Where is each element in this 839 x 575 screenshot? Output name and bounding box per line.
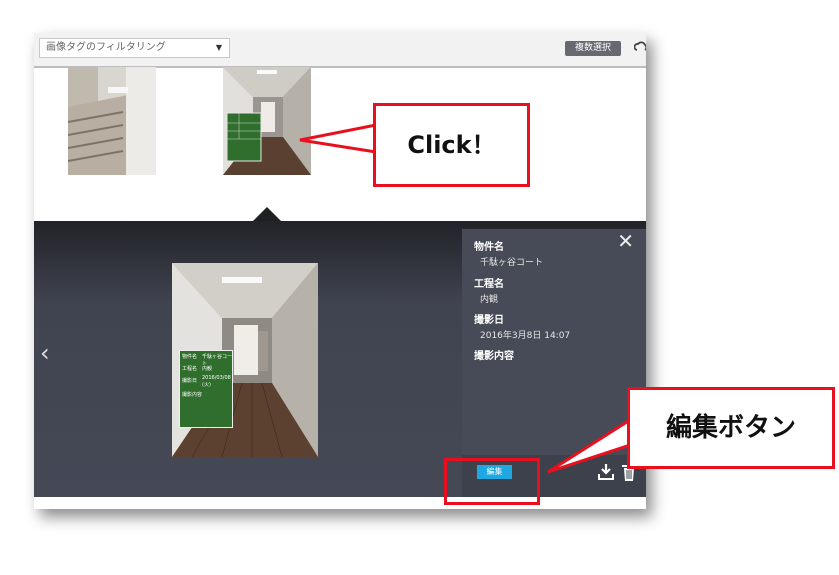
edit-callout: 編集ボタン <box>627 387 835 469</box>
click-callout: Click！ <box>373 103 530 187</box>
edit-highlight-box <box>444 458 540 505</box>
annotation-pointers <box>299 123 632 474</box>
